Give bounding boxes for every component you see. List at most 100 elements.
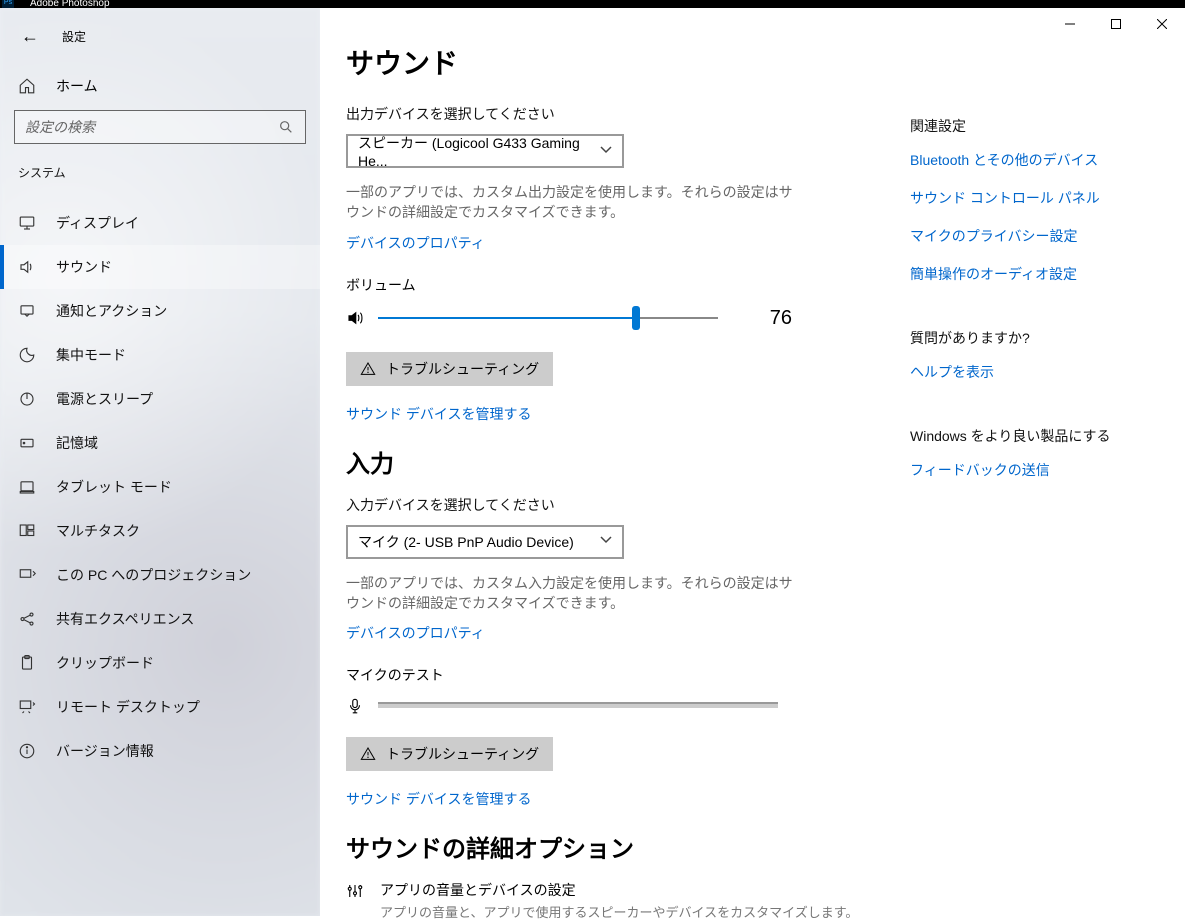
sidebar-item-label: タブレット モード (56, 477, 172, 497)
sidebar-item-about[interactable]: バージョン情報 (0, 729, 320, 773)
home-icon (18, 77, 36, 95)
help-link[interactable]: ヘルプを表示 (910, 362, 1185, 382)
sidebar-item-display[interactable]: ディスプレイ (0, 201, 320, 245)
projection-icon (18, 566, 36, 584)
sidebar-item-label: サウンド (56, 257, 112, 277)
sidebar-item-label: 電源とスリープ (56, 389, 153, 409)
home-label: ホーム (56, 76, 98, 96)
manage-input-devices-link[interactable]: サウンド デバイスを管理する (346, 789, 884, 809)
output-device-properties-link[interactable]: デバイスのプロパティ (346, 233, 485, 253)
input-device-dropdown[interactable]: マイク (2- USB PnP Audio Device) (346, 525, 624, 559)
sidebar-item-projection[interactable]: この PC へのプロジェクション (0, 553, 320, 597)
sidebar: ← 設定 ホーム システム ディスプレイサウンド通知とアクション集中モード電源と… (0, 8, 320, 916)
volume-value: 76 (762, 307, 792, 330)
sidebar-item-remote[interactable]: リモート デスクトップ (0, 685, 320, 729)
sidebar-item-clipboard[interactable]: クリップボード (0, 641, 320, 685)
search-icon (277, 118, 295, 136)
related-link-3[interactable]: 簡単操作のオーディオ設定 (910, 264, 1185, 284)
related-link-2[interactable]: マイクのプライバシー設定 (910, 226, 1185, 246)
settings-window: ← 設定 ホーム システム ディスプレイサウンド通知とアクション集中モード電源と… (0, 8, 1185, 916)
input-troubleshoot-label: トラブルシューティング (386, 744, 539, 764)
input-device-properties-link[interactable]: デバイスのプロパティ (346, 623, 485, 643)
page-title: サウンド (346, 42, 884, 82)
sidebar-item-label: 通知とアクション (56, 301, 167, 321)
feedback-group: Windows をより良い製品にする フィードバックの送信 (910, 426, 1185, 480)
app-volume-icon (346, 882, 364, 900)
sidebar-item-label: 集中モード (56, 345, 126, 365)
photoshop-icon: Ps (2, 0, 14, 8)
home-button[interactable]: ホーム (0, 66, 320, 110)
sidebar-item-notifications[interactable]: 通知とアクション (0, 289, 320, 333)
sidebar-item-label: マルチタスク (56, 521, 140, 541)
chevron-down-icon (600, 536, 612, 547)
sidebar-item-multitask[interactable]: マルチタスク (0, 509, 320, 553)
close-button[interactable] (1139, 8, 1185, 40)
app-volume-desc: アプリの音量と、アプリで使用するスピーカーやデバイスをカスタマイズします。 (380, 902, 858, 921)
speaker-icon[interactable] (346, 309, 364, 327)
sidebar-item-label: リモート デスクトップ (56, 697, 200, 717)
search-box[interactable] (14, 110, 306, 144)
about-icon (18, 742, 36, 760)
output-device-dropdown[interactable]: スピーカー (Logicool G433 Gaming He... (346, 134, 624, 168)
manage-output-devices-link[interactable]: サウンド デバイスを管理する (346, 404, 884, 424)
sidebar-item-shared[interactable]: 共有エクスペリエンス (0, 597, 320, 641)
input-heading: 入力 (346, 444, 884, 479)
display-icon (18, 214, 36, 232)
output-description: 一部のアプリでは、カスタム出力設定を使用します。それらの設定はサウンドの詳細設定… (346, 182, 796, 223)
related-link-0[interactable]: Bluetooth とその他のデバイス (910, 150, 1185, 170)
shared-icon (18, 610, 36, 628)
sidebar-item-sound[interactable]: サウンド (0, 245, 320, 289)
sidebar-item-storage[interactable]: 記憶域 (0, 421, 320, 465)
output-device-selected: スピーカー (Logicool G433 Gaming He... (358, 133, 600, 169)
clipboard-icon (18, 654, 36, 672)
feedback-heading: Windows をより良い製品にする (910, 426, 1185, 446)
tablet-icon (18, 478, 36, 496)
help-group: 質問がありますか? ヘルプを表示 (910, 328, 1185, 382)
input-description: 一部のアプリでは、カスタム入力設定を使用します。それらの設定はサウンドの詳細設定… (346, 573, 796, 614)
microphone-icon (346, 697, 364, 715)
minimize-button[interactable] (1047, 8, 1093, 40)
focus-icon (18, 346, 36, 364)
input-device-label: 入力デバイスを選択してください (346, 495, 884, 515)
volume-slider-thumb[interactable] (632, 306, 640, 330)
chevron-down-icon (600, 146, 612, 157)
app-volume-title: アプリの音量とデバイスの設定 (380, 880, 858, 900)
sidebar-item-label: クリップボード (56, 653, 154, 673)
related-link-1[interactable]: サウンド コントロール パネル (910, 188, 1185, 208)
remote-icon (18, 698, 36, 716)
maximize-button[interactable] (1093, 8, 1139, 40)
feedback-link[interactable]: フィードバックの送信 (910, 460, 1185, 480)
window-title: 設定 (62, 28, 86, 45)
sidebar-item-label: バージョン情報 (56, 741, 154, 761)
app-volume-settings-row[interactable]: アプリの音量とデバイスの設定 アプリの音量と、アプリで使用するスピーカーやデバイ… (346, 880, 884, 921)
power-icon (18, 390, 36, 408)
output-device-label: 出力デバイスを選択してください (346, 104, 884, 124)
help-heading: 質問がありますか? (910, 328, 1185, 348)
volume-label: ボリューム (346, 275, 884, 295)
sidebar-item-label: 記憶域 (56, 433, 98, 453)
sidebar-item-label: ディスプレイ (56, 213, 139, 233)
mic-test-label: マイクのテスト (346, 665, 884, 685)
sidebar-item-focus[interactable]: 集中モード (0, 333, 320, 377)
input-device-selected: マイク (2- USB PnP Audio Device) (358, 532, 574, 552)
background-app-strip: Ps Adobe Photoshop (0, 0, 1185, 8)
sidebar-item-power[interactable]: 電源とスリープ (0, 377, 320, 421)
volume-slider[interactable] (378, 317, 718, 319)
related-settings-heading: 関連設定 (910, 116, 1185, 136)
category-label: システム (0, 158, 320, 187)
related-settings-group: 関連設定 Bluetooth とその他のデバイスサウンド コントロール パネルマ… (910, 116, 1185, 284)
search-input[interactable] (25, 119, 277, 135)
output-troubleshoot-button[interactable]: トラブルシューティング (346, 352, 553, 386)
back-button[interactable]: ← (18, 24, 42, 48)
mic-level-bar (378, 704, 778, 708)
notifications-icon (18, 302, 36, 320)
multitask-icon (18, 522, 36, 540)
input-troubleshoot-button[interactable]: トラブルシューティング (346, 737, 553, 771)
nav-list: ディスプレイサウンド通知とアクション集中モード電源とスリープ記憶域タブレット モ… (0, 187, 320, 773)
sidebar-item-tablet[interactable]: タブレット モード (0, 465, 320, 509)
back-arrow-icon: ← (21, 26, 39, 47)
output-troubleshoot-label: トラブルシューティング (386, 359, 539, 379)
sound-icon (18, 258, 36, 276)
sidebar-item-label: 共有エクスペリエンス (56, 609, 194, 629)
main-area: サウンド 出力デバイスを選択してください スピーカー (Logicool G43… (320, 8, 1185, 916)
